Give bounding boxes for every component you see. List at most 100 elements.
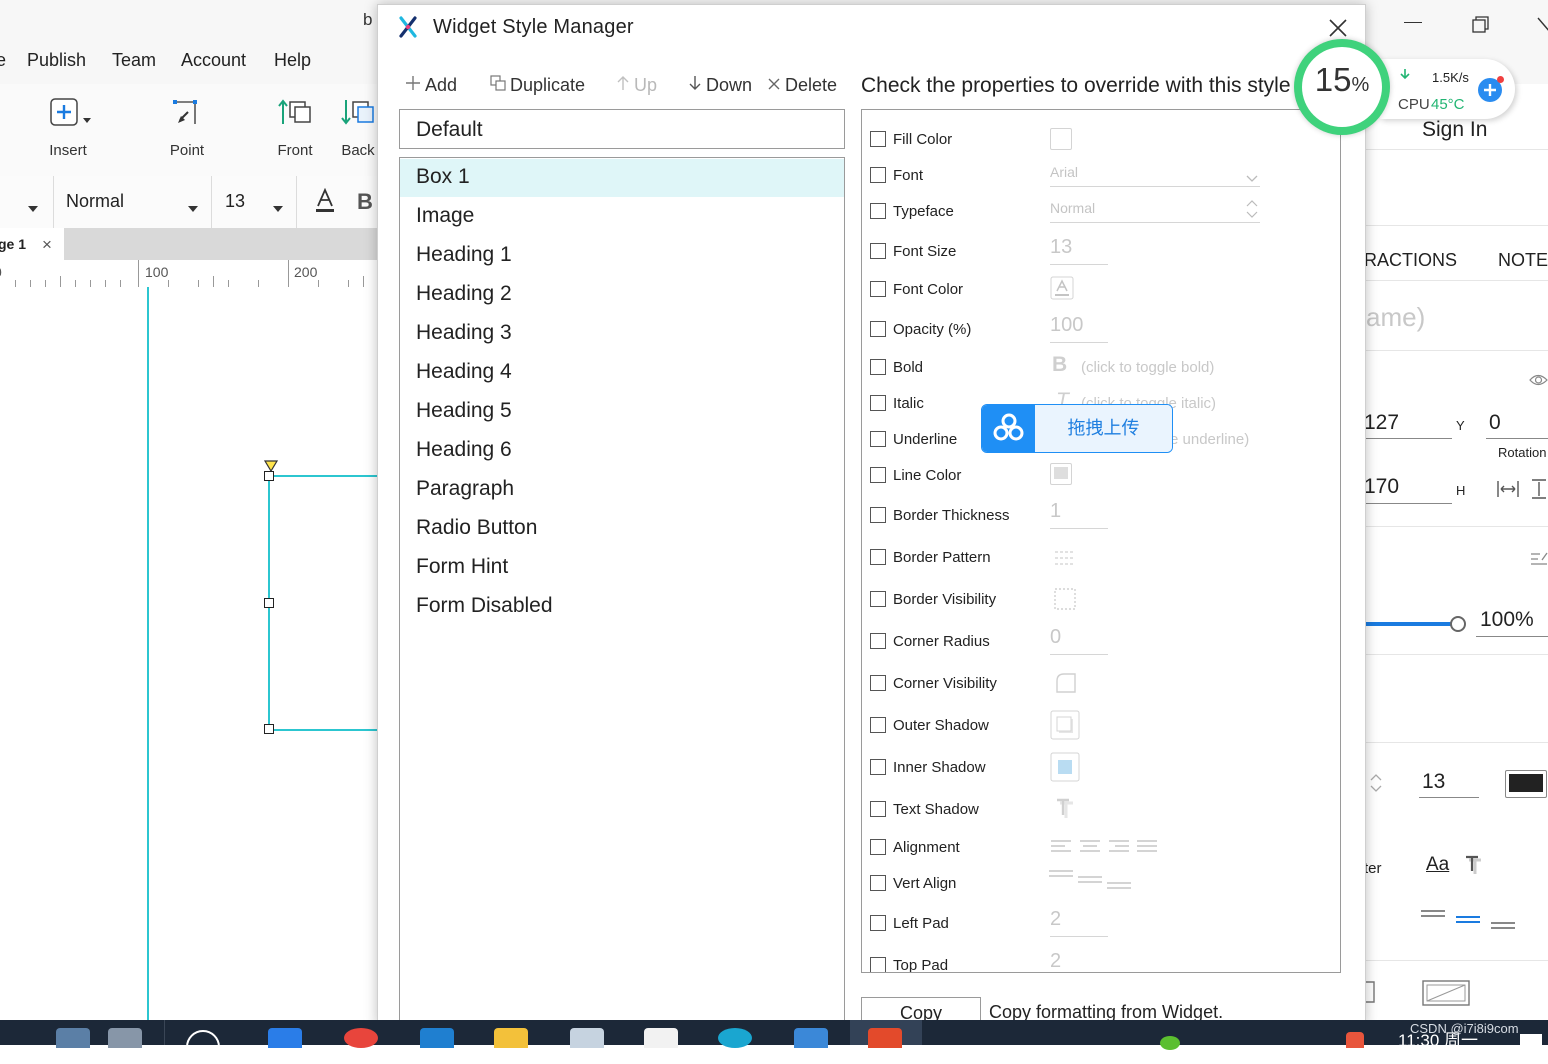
point-button[interactable]: Point <box>142 84 232 176</box>
border-thickness-input[interactable]: 1 <box>1050 500 1108 529</box>
style-item-heading-3[interactable]: Heading 3 <box>400 315 844 353</box>
bold-checkbox[interactable] <box>870 359 886 375</box>
chevron-down-icon[interactable] <box>273 199 283 217</box>
align-justify-icon[interactable] <box>1136 838 1158 859</box>
opacity-input[interactable]: 100% <box>1480 608 1534 632</box>
style-item-form-hint[interactable]: Form Hint <box>400 549 844 587</box>
corner-visibility-icon[interactable] <box>1056 673 1076 698</box>
style-item-heading-2[interactable]: Heading 2 <box>400 276 844 314</box>
close-tab-icon[interactable]: × <box>42 235 52 255</box>
menu-item-edit-fragment[interactable]: e <box>0 50 6 71</box>
border-visibility-icon[interactable] <box>1054 588 1076 615</box>
page-tab[interactable]: ge 1 × <box>0 228 64 260</box>
font-color-icon[interactable] <box>1050 276 1074 305</box>
tab-interactions[interactable]: RACTIONS <box>1364 250 1457 271</box>
opacity-slider-track[interactable] <box>1364 622 1454 626</box>
opacity-checkbox[interactable] <box>870 321 886 337</box>
top-pad-checkbox[interactable] <box>870 957 886 972</box>
vscode-icon[interactable] <box>420 1028 454 1048</box>
stepper-icon[interactable] <box>1370 772 1382 799</box>
vert-align-top-icon[interactable] <box>1420 908 1446 926</box>
edit-style-icon[interactable] <box>1530 550 1548 573</box>
font-options-icon[interactable]: Aa <box>1426 854 1449 876</box>
menu-item-publish[interactable]: Publish <box>27 50 86 71</box>
corner-radius-checkbox[interactable] <box>870 633 886 649</box>
font-color-swatch[interactable] <box>1505 770 1547 798</box>
vert-align-bottom-icon[interactable] <box>1490 920 1516 938</box>
inner-shadow-icon[interactable] <box>1050 752 1080 787</box>
selected-widget-bottom-edge[interactable] <box>269 729 378 731</box>
fill-color-swatch[interactable] <box>1050 128 1072 150</box>
bold-icon[interactable]: B <box>357 189 373 215</box>
style-item-heading-6[interactable]: Heading 6 <box>400 432 844 470</box>
align-center-icon[interactable] <box>1079 838 1101 859</box>
move-down-button[interactable]: Down <box>688 75 752 96</box>
resize-handle[interactable] <box>264 598 274 608</box>
style-item-paragraph[interactable]: Paragraph <box>400 471 844 509</box>
style-item-box-1[interactable]: Box 1 <box>400 159 844 197</box>
left-pad-checkbox[interactable] <box>870 915 886 931</box>
fit-height-icon[interactable] <box>1530 478 1548 505</box>
opacity-slider-thumb[interactable] <box>1450 616 1466 632</box>
chrome-icon[interactable] <box>344 1028 378 1048</box>
selected-widget-top-edge[interactable] <box>269 475 378 477</box>
vert-align-checkbox[interactable] <box>870 875 886 891</box>
corner-radius-input[interactable]: 0 <box>1050 626 1108 655</box>
line-color-checkbox[interactable] <box>870 467 886 483</box>
text-shadow-checkbox[interactable] <box>870 801 886 817</box>
tab-notes[interactable]: NOTES <box>1498 250 1548 271</box>
line-color-swatch[interactable] <box>1050 463 1072 485</box>
fill-color-checkbox[interactable] <box>870 131 886 147</box>
bold-icon[interactable]: B <box>1052 353 1067 377</box>
outer-shadow-checkbox[interactable] <box>870 717 886 733</box>
font-size-input[interactable]: 13 <box>1422 770 1445 794</box>
font-size-input[interactable]: 13 <box>1050 236 1108 265</box>
fit-width-icon[interactable] <box>1496 479 1520 504</box>
app-icon[interactable] <box>794 1028 828 1048</box>
border-pattern-icon[interactable] <box>1054 548 1076 571</box>
style-select-value[interactable]: Normal <box>66 191 124 212</box>
app-icon[interactable] <box>108 1028 142 1048</box>
opacity-input[interactable]: 100 <box>1050 314 1108 343</box>
font-color-icon[interactable] <box>314 187 336 219</box>
close-icon[interactable] <box>1326 16 1350 40</box>
style-item-radio-button[interactable]: Radio Button <box>400 510 844 548</box>
left-pad-input[interactable]: 2 <box>1050 908 1108 937</box>
font-size-checkbox[interactable] <box>870 243 886 259</box>
menu-item-help[interactable]: Help <box>274 50 311 71</box>
app-icon[interactable] <box>868 1028 902 1048</box>
delete-style-button[interactable]: Delete <box>767 75 837 96</box>
performance-monitor-widget[interactable]: 1.5K/s CPU 45°C 15% <box>1294 39 1516 139</box>
text-shadow-icon[interactable] <box>1463 854 1487 883</box>
tray-icon[interactable] <box>1346 1032 1364 1048</box>
chevron-down-icon[interactable] <box>28 199 38 217</box>
x-input[interactable]: 127 <box>1364 411 1399 435</box>
clock-app-icon[interactable] <box>186 1030 220 1064</box>
drag-upload-widget[interactable]: 拖拽上传 <box>981 404 1173 453</box>
top-pad-input[interactable]: 2 <box>1050 950 1108 972</box>
style-item-image[interactable]: Image <box>400 198 844 236</box>
menu-item-account[interactable]: Account <box>181 50 246 71</box>
insert-button[interactable]: Insert <box>23 84 113 176</box>
align-right-icon[interactable] <box>1108 838 1130 859</box>
font-size-select-value[interactable]: 13 <box>225 191 245 212</box>
image-shape-icon[interactable] <box>1422 980 1470 1011</box>
font-checkbox[interactable] <box>870 167 886 183</box>
inner-shadow-checkbox[interactable] <box>870 759 886 775</box>
add-style-button[interactable]: Add <box>405 75 457 96</box>
edge-icon[interactable] <box>718 1028 752 1048</box>
text-shadow-icon[interactable] <box>1054 797 1078 826</box>
alignment-checkbox[interactable] <box>870 839 886 855</box>
style-item-heading-5[interactable]: Heading 5 <box>400 393 844 431</box>
close-window-icon[interactable] <box>1536 16 1548 39</box>
vert-align-bottom-icon[interactable] <box>1106 880 1132 898</box>
underline-checkbox[interactable] <box>870 431 886 447</box>
font-select[interactable]: Arial <box>1050 164 1260 187</box>
typeface-select[interactable]: Normal <box>1050 200 1260 223</box>
style-item-heading-1[interactable]: Heading 1 <box>400 237 844 275</box>
app-icon[interactable] <box>56 1028 90 1048</box>
border-thickness-checkbox[interactable] <box>870 507 886 523</box>
move-up-button[interactable]: Up <box>616 75 657 96</box>
vert-align-middle-icon[interactable] <box>1077 874 1103 892</box>
style-item-heading-4[interactable]: Heading 4 <box>400 354 844 392</box>
